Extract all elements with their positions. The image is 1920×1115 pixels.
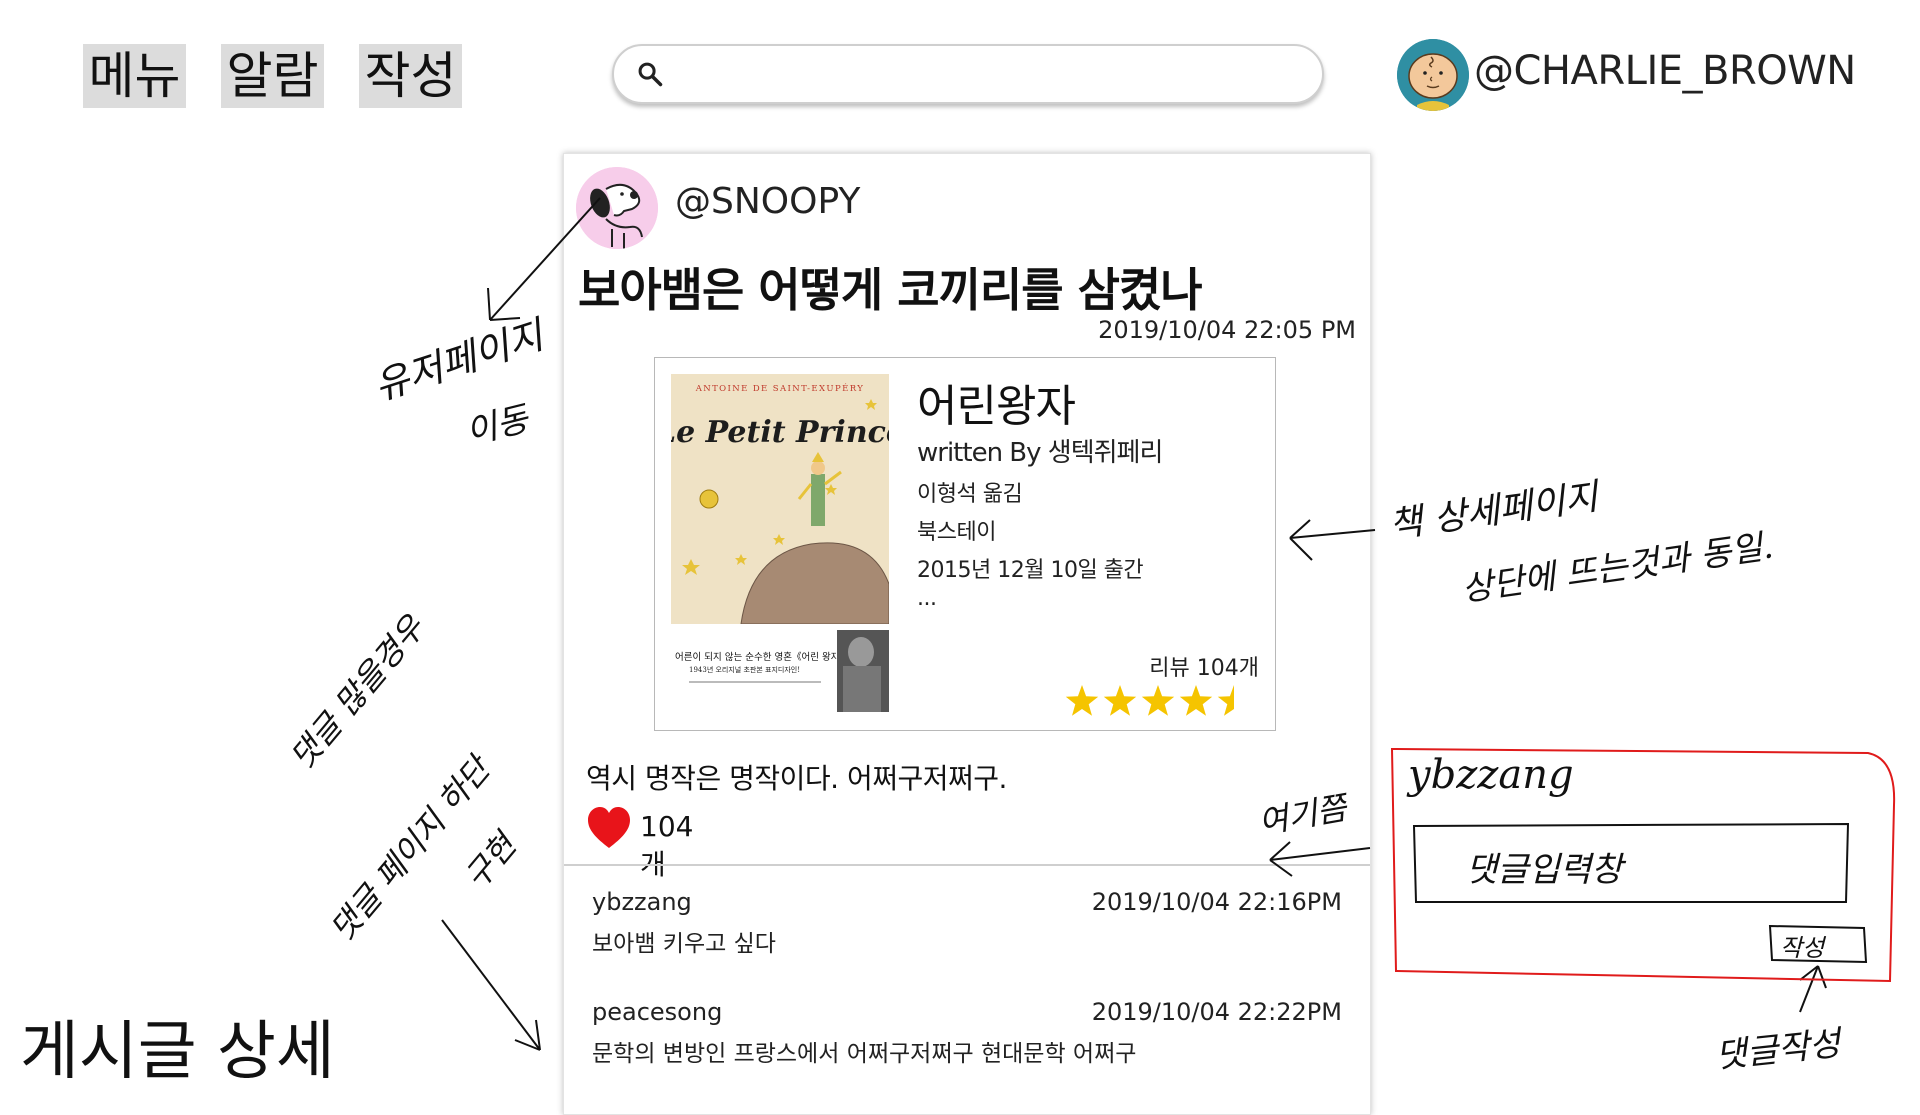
sketch-comment-user: ybzzang	[1408, 752, 1574, 798]
sketch-comment-write-label: 작성	[1780, 934, 1825, 962]
sketch-comment-input-label: 댓글입력창	[1466, 850, 1623, 890]
